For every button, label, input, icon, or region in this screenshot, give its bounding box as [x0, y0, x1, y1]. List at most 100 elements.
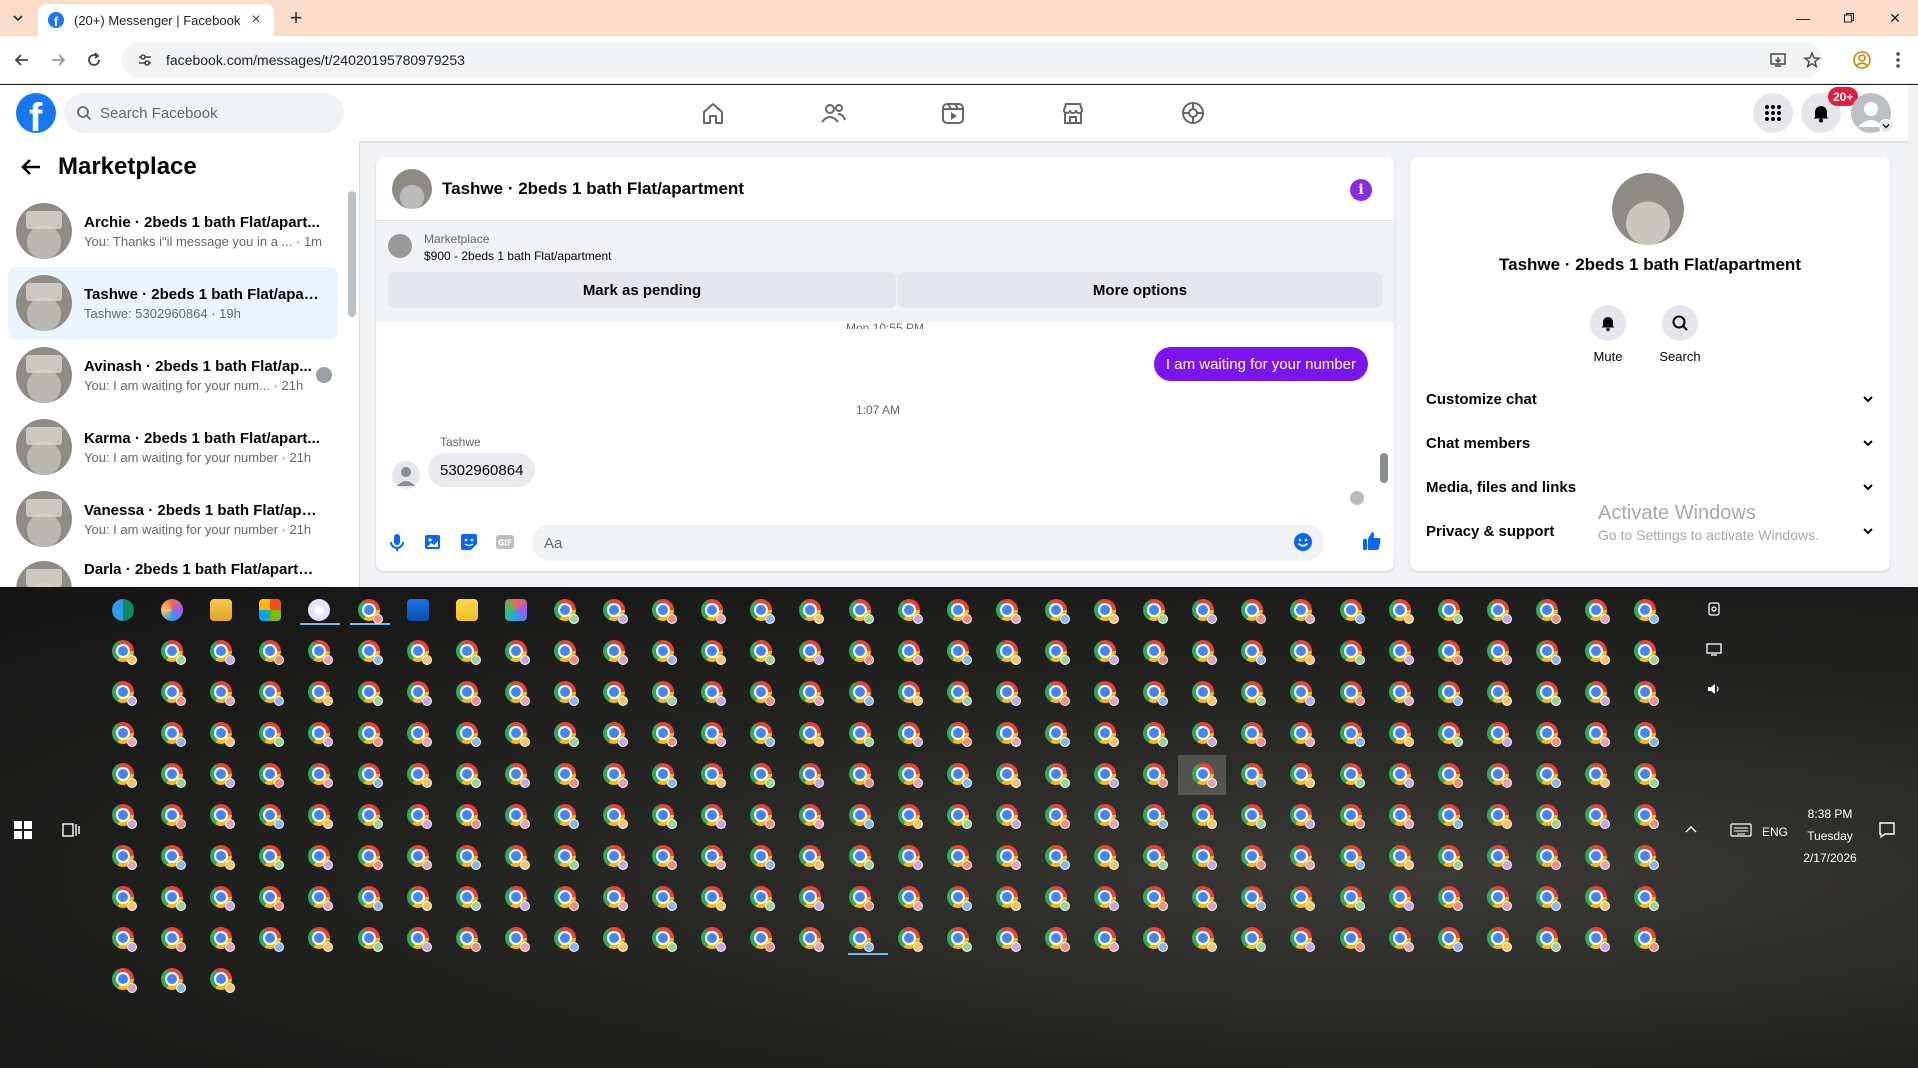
chrome-profile-icon[interactable] — [1336, 636, 1366, 666]
chrome-profile-icon[interactable] — [1630, 636, 1660, 666]
chrome-profile-icon[interactable] — [1630, 800, 1660, 830]
chrome-profile-icon[interactable] — [1336, 759, 1366, 789]
chrome-profile-icon[interactable] — [1336, 882, 1366, 912]
chrome-profile-icon[interactable] — [599, 841, 629, 871]
chrome-profile-icon[interactable] — [304, 718, 334, 748]
chrome-profile-icon[interactable] — [206, 882, 236, 912]
chrome-profile-icon[interactable] — [992, 841, 1022, 871]
chrome-profile-icon[interactable] — [452, 636, 482, 666]
task-view-icon[interactable] — [62, 821, 80, 839]
chrome-profile-icon[interactable] — [1630, 882, 1660, 912]
chrome-profile-icon[interactable] — [1483, 882, 1513, 912]
chrome-profile-icon[interactable] — [1286, 800, 1316, 830]
chrome-profile-icon[interactable] — [157, 964, 187, 994]
chrome-profile-icon[interactable] — [648, 759, 678, 789]
chrome-profile-icon[interactable] — [206, 964, 236, 994]
chrome-profile-icon[interactable] — [501, 882, 531, 912]
chrome-profile-icon[interactable] — [697, 718, 727, 748]
chrome-profile-icon[interactable] — [501, 923, 531, 953]
chrome-profile-icon[interactable] — [354, 841, 384, 871]
chrome-profile-icon[interactable] — [108, 841, 138, 871]
chrome-profile-icon[interactable] — [943, 841, 973, 871]
chrome-profile-icon[interactable] — [1385, 595, 1415, 625]
chrome-profile-icon[interactable] — [648, 677, 678, 707]
chrome-profile-icon[interactable] — [1581, 677, 1611, 707]
chrome-profile-icon[interactable] — [206, 677, 236, 707]
chrome-profile-icon[interactable] — [648, 923, 678, 953]
chrome-profile-icon[interactable] — [992, 595, 1022, 625]
sender-avatar[interactable] — [392, 461, 420, 489]
chrome-profile-icon[interactable] — [501, 636, 531, 666]
chrome-profile-icon[interactable] — [894, 882, 924, 912]
chrome-profile-icon[interactable] — [403, 800, 433, 830]
conversation-item-avinash[interactable]: Avinash · 2beds 1 bath Flat/ap... You: I… — [8, 339, 338, 411]
chrome-profile-icon[interactable] — [943, 759, 973, 789]
chrome-profile-icon[interactable] — [1188, 759, 1218, 789]
chrome-profile-icon[interactable] — [1434, 882, 1464, 912]
chrome-profile-icon[interactable] — [1041, 595, 1071, 625]
chrome-profile-icon[interactable] — [157, 923, 187, 953]
chrome-profile-icon[interactable] — [1434, 841, 1464, 871]
chrome-profile-icon[interactable] — [992, 677, 1022, 707]
chrome-profile-icon[interactable] — [697, 595, 727, 625]
chrome-profile-icon[interactable] — [648, 636, 678, 666]
back-arrow-icon[interactable] — [20, 156, 42, 178]
chrome-profile-icon[interactable] — [1483, 595, 1513, 625]
chrome-profile-icon[interactable] — [550, 677, 580, 707]
sticky-notes-icon[interactable] — [452, 595, 482, 625]
chrome-profile-icon[interactable] — [108, 677, 138, 707]
chrome-profile-icon[interactable] — [697, 882, 727, 912]
chrome-profile-icon[interactable] — [452, 800, 482, 830]
chrome-profile-icon[interactable] — [1483, 841, 1513, 871]
chrome-profile-icon[interactable] — [697, 636, 727, 666]
chrome-profile-icon[interactable] — [1139, 718, 1169, 748]
chrome-profile-icon[interactable] — [1483, 800, 1513, 830]
chrome-profile-icon[interactable] — [1139, 882, 1169, 912]
chrome-profile-icon[interactable] — [1237, 636, 1267, 666]
chrome-profile-icon[interactable] — [1188, 800, 1218, 830]
chrome-profile-icon[interactable] — [403, 841, 433, 871]
page-scrollbar[interactable] — [1908, 85, 1918, 587]
chrome-profile-icon[interactable] — [1090, 759, 1120, 789]
chrome-profile-icon[interactable] — [304, 759, 334, 789]
chrome-profile-icon[interactable] — [304, 923, 334, 953]
chrome-profile-icon[interactable] — [599, 595, 629, 625]
chrome-profile-icon[interactable] — [894, 841, 924, 871]
chrome-profile-icon[interactable] — [648, 718, 678, 748]
chrome-profile-icon[interactable] — [1630, 759, 1660, 789]
chrome-profile-icon[interactable] — [795, 677, 825, 707]
chrome-profile-icon[interactable] — [255, 677, 285, 707]
taskbar-clock[interactable]: 8:38 PM Tuesday 2/17/2026 — [1800, 803, 1860, 869]
chrome-profile-icon[interactable] — [1090, 800, 1120, 830]
chrome-profile-icon[interactable] — [1188, 841, 1218, 871]
chrome-profile-icon[interactable] — [1581, 882, 1611, 912]
account-chevron-icon[interactable] — [1879, 119, 1893, 133]
chrome-profile-icon[interactable] — [255, 718, 285, 748]
chrome-profile-icon[interactable] — [992, 923, 1022, 953]
info-icon[interactable]: i — [1350, 179, 1372, 201]
chrome-profile-icon[interactable] — [845, 759, 875, 789]
friends-icon[interactable] — [819, 99, 847, 127]
facebook-logo-icon[interactable]: f — [16, 93, 56, 133]
chrome-profile-icon[interactable] — [894, 677, 924, 707]
chrome-profile-icon[interactable] — [1286, 882, 1316, 912]
keyboard-icon[interactable] — [1730, 823, 1752, 837]
chrome-profile-icon[interactable] — [894, 923, 924, 953]
chrome-profile-icon[interactable] — [1237, 882, 1267, 912]
chrome-profile-icon[interactable] — [108, 800, 138, 830]
chrome-profile-icon[interactable] — [1286, 718, 1316, 748]
chrome-profile-icon[interactable] — [1434, 923, 1464, 953]
chrome-profile-icon[interactable] — [206, 923, 236, 953]
start-windows-icon[interactable] — [14, 821, 32, 839]
mute-button[interactable]: Mute — [1578, 305, 1638, 364]
thumbs-up-icon[interactable] — [1360, 529, 1382, 551]
chrome-profile-icon[interactable] — [1139, 923, 1169, 953]
chrome-profile-icon[interactable] — [992, 800, 1022, 830]
sidebar-scrollbar[interactable] — [348, 191, 356, 317]
chrome-profile-icon[interactable] — [550, 882, 580, 912]
chrome-profile-icon[interactable] — [304, 677, 334, 707]
chrome-profile-icon[interactable] — [599, 923, 629, 953]
chrome-profile-icon[interactable] — [157, 841, 187, 871]
chrome-profile-icon[interactable] — [746, 718, 776, 748]
chrome-profile-icon[interactable] — [1630, 841, 1660, 871]
